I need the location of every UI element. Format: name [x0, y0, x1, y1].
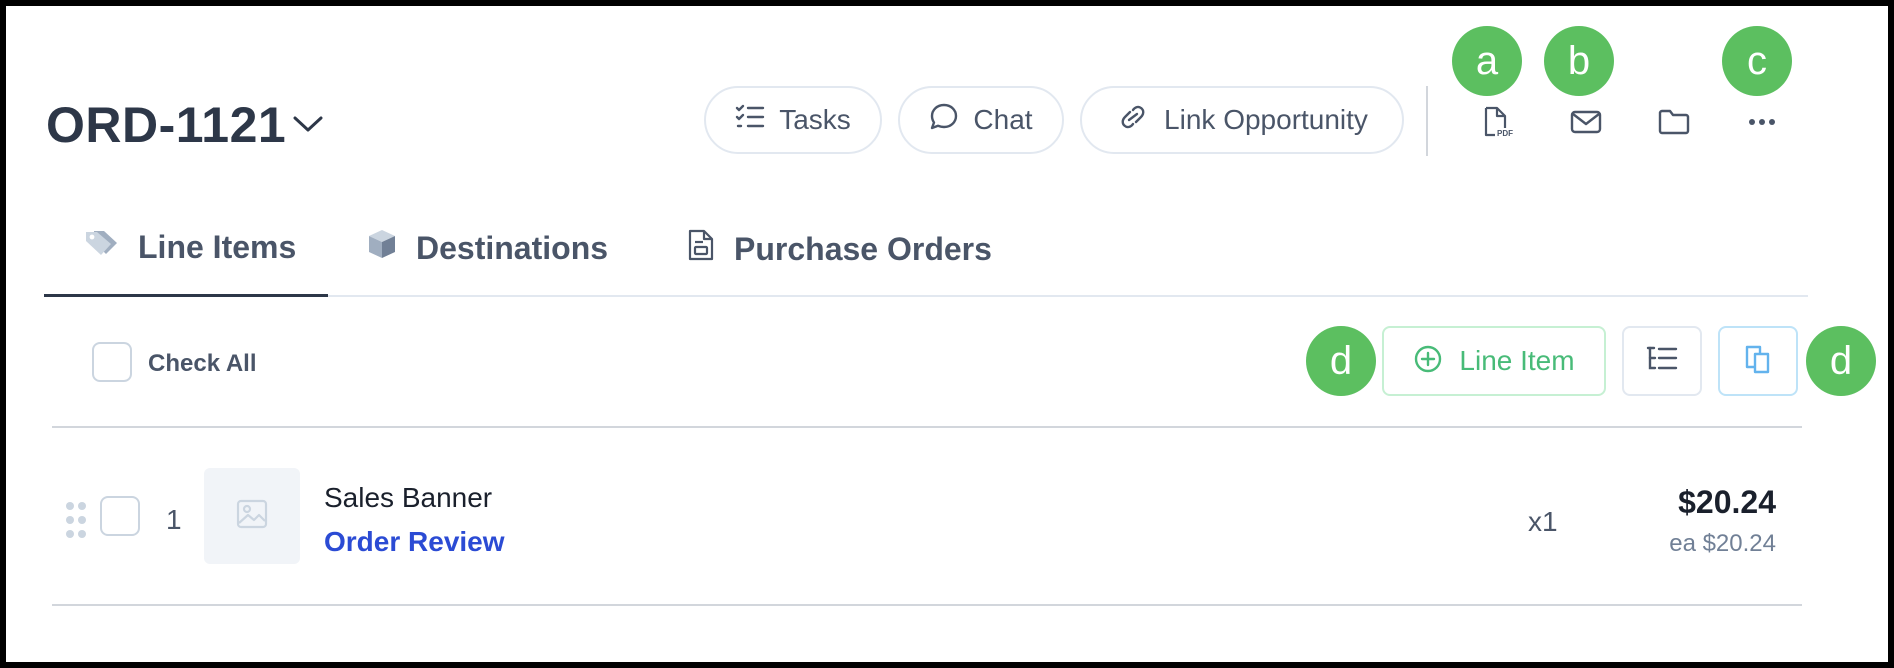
line-item-name: Sales Banner [324, 482, 493, 513]
check-all-label: Check All [148, 350, 257, 377]
check-all-checkbox[interactable] [92, 342, 132, 382]
order-title: ORD-1121 [46, 97, 287, 153]
tab-label: Line Items [138, 228, 297, 265]
link-opportunity-button[interactable]: Link Opportunity [1080, 86, 1404, 154]
line-item-index: 1 [166, 504, 182, 535]
tree-list-icon [1646, 345, 1678, 378]
box-icon [366, 228, 398, 268]
chat-bubble-icon [929, 102, 959, 139]
marker-d-right: d [1806, 326, 1876, 396]
tab-purchase-orders[interactable]: Purchase Orders [686, 228, 992, 270]
tree-view-button[interactable] [1622, 326, 1702, 396]
image-placeholder-icon [235, 498, 269, 535]
plus-circle-icon [1413, 344, 1443, 379]
product-thumbnail [204, 468, 300, 564]
add-line-item-label: Line Item [1459, 345, 1575, 376]
tasks-label: Tasks [779, 104, 851, 135]
marker-d-left: d [1306, 326, 1376, 396]
copy-button[interactable] [1718, 326, 1798, 396]
line-item-unit-price: ea $20.24 [1669, 530, 1776, 557]
copy-icon [1742, 343, 1774, 380]
tasks-button[interactable]: Tasks [704, 86, 882, 154]
drag-handle-icon[interactable] [64, 500, 88, 540]
link-opportunity-label: Link Opportunity [1164, 104, 1368, 135]
toolbar-divider [52, 426, 1802, 428]
more-icon[interactable] [1742, 102, 1782, 142]
marker-a: a [1452, 26, 1522, 96]
folder-icon[interactable] [1654, 102, 1694, 142]
document-icon [686, 228, 716, 270]
add-line-item-button[interactable]: Line Item [1382, 326, 1606, 396]
marker-b: b [1544, 26, 1614, 96]
task-list-icon [735, 104, 765, 137]
tab-label: Destinations [416, 229, 609, 266]
line-item-checkbox[interactable] [100, 496, 140, 536]
active-tab-indicator [44, 294, 328, 297]
mail-icon[interactable] [1566, 102, 1606, 142]
tab-destinations[interactable]: Destinations [366, 228, 608, 268]
header-divider [1426, 86, 1428, 156]
chat-label: Chat [973, 104, 1033, 135]
line-item-quantity: x1 [1528, 506, 1558, 537]
link-icon [1116, 104, 1150, 136]
tab-label: Purchase Orders [734, 230, 992, 267]
pdf-icon[interactable]: PDF [1478, 102, 1518, 142]
marker-c: c [1722, 26, 1792, 96]
chat-button[interactable]: Chat [898, 86, 1064, 154]
tag-icon [84, 228, 120, 266]
tab-line-items[interactable]: Line Items [84, 228, 296, 266]
line-item-status-link[interactable]: Order Review [324, 526, 505, 558]
order-panel: ORD-1121 Tasks Chat Link Opportunity PDF… [6, 6, 1888, 662]
chevron-down-icon[interactable] [292, 114, 324, 139]
svg-text:PDF: PDF [1497, 129, 1513, 138]
line-item-total: $20.24 [1678, 484, 1776, 520]
row-divider [52, 604, 1802, 606]
